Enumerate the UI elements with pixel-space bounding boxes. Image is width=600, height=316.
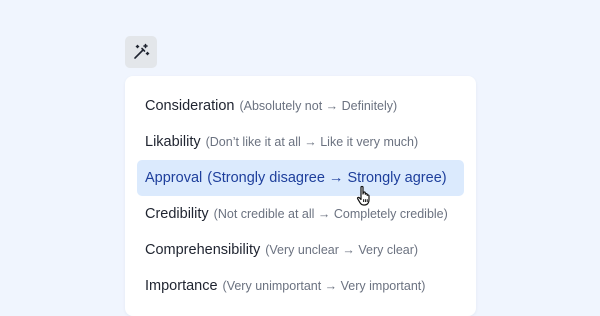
option-range: (Very unclear → Very clear) [265, 243, 419, 257]
option-credibility[interactable]: Credibility (Not credible at all → Compl… [137, 196, 464, 232]
option-label: Credibility [145, 206, 209, 222]
option-range: (Don’t like it at all → Like it very muc… [205, 135, 419, 149]
option-range: (Very unimportant → Very important) [222, 279, 426, 293]
option-range: (Not credible at all → Completely credib… [213, 207, 448, 221]
option-approval[interactable]: Approval (Strongly disagree → Strongly a… [137, 160, 464, 196]
scale-options-menu: Consideration (Absolutely not → Definite… [125, 76, 476, 316]
option-comprehensibility[interactable]: Comprehensibility (Very unclear → Very c… [137, 232, 464, 268]
option-likability[interactable]: Likability (Don’t like it at all → Like … [137, 124, 464, 160]
option-label: Comprehensibility [145, 242, 261, 258]
option-range: (Strongly disagree → Strongly agree) [207, 170, 447, 186]
option-importance[interactable]: Importance (Very unimportant → Very impo… [137, 268, 464, 304]
option-range: (Absolutely not → Definitely) [239, 99, 398, 113]
magic-wand-sparkle-icon [134, 43, 150, 59]
option-label: Likability [145, 134, 201, 150]
pointer-hand-icon [356, 185, 370, 206]
option-label: Consideration [145, 98, 235, 114]
option-label: Importance [145, 278, 218, 294]
magic-wand-button[interactable] [125, 36, 157, 68]
option-label: Approval [145, 170, 203, 186]
option-consideration[interactable]: Consideration (Absolutely not → Definite… [137, 88, 464, 124]
